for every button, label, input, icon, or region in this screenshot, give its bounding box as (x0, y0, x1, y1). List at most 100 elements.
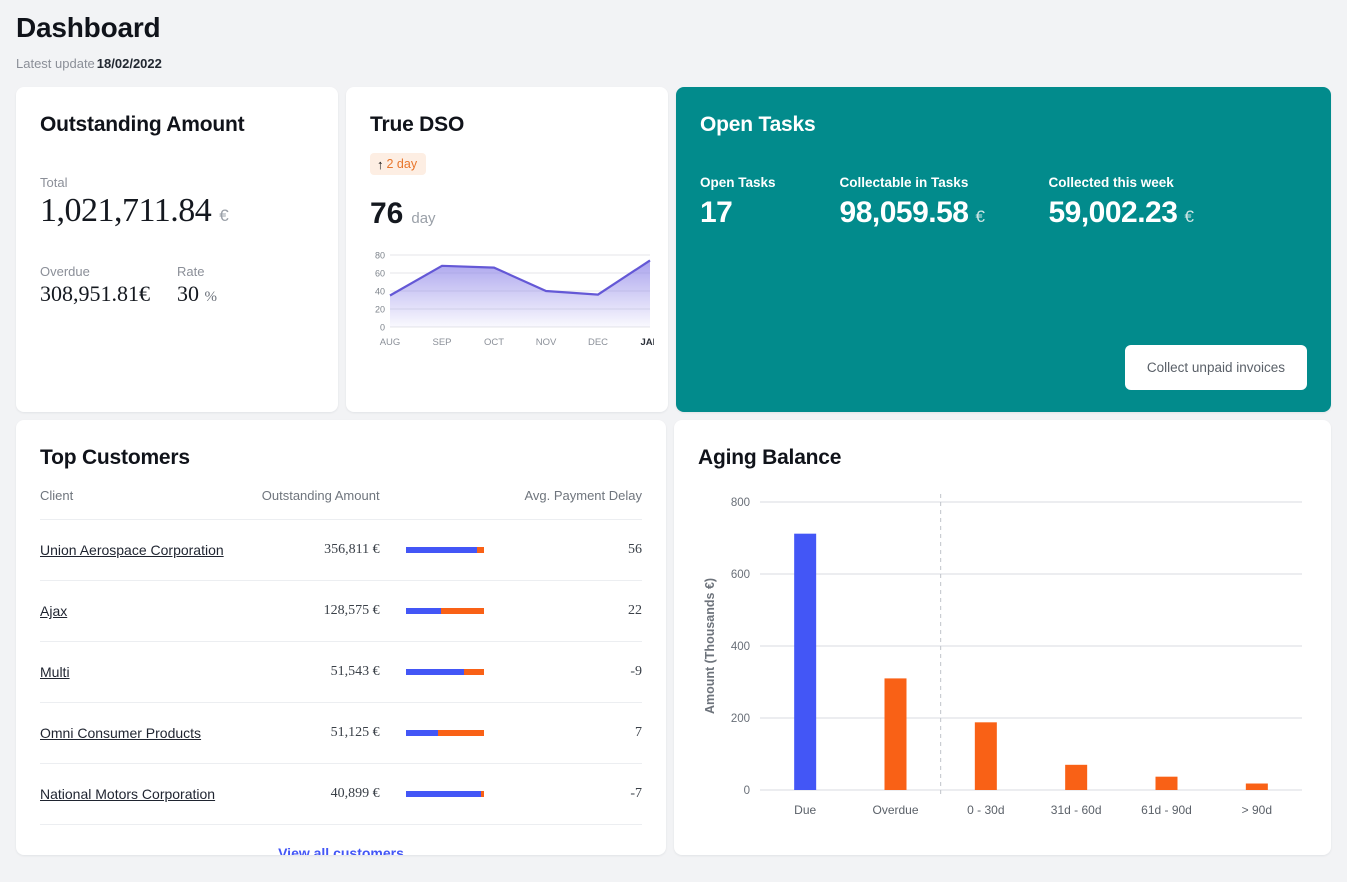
dso-sparkline-chart: 020406080AUGSEPOCTNOVDECJAN (364, 249, 644, 362)
svg-text:DEC: DEC (588, 337, 608, 348)
latest-update-label: Latest update (16, 56, 95, 71)
avg-payment-delay-cell: 56 (510, 520, 642, 581)
aging-balance-title: Aging Balance (698, 446, 1307, 470)
client-cell: Ajax (40, 581, 247, 642)
page-title: Dashboard (16, 0, 1331, 44)
rate-block: Rate 30 % (177, 264, 314, 307)
avg-payment-delay-cell: -7 (510, 764, 642, 825)
latest-update: Latest update18/02/2022 (16, 56, 1331, 71)
outstanding-amount-cell: 128,575 € (247, 581, 380, 642)
task-metric: Collectable in Tasks 98,059.58 € (840, 175, 985, 230)
payment-bar-blue-segment (406, 547, 478, 553)
task-metric-unit: € (976, 207, 985, 227)
page-header: Dashboard Latest update18/02/2022 (16, 0, 1331, 71)
table-header-row: Client Outstanding Amount Avg. Payment D… (40, 488, 642, 520)
table-row: Omni Consumer Products 51,125 € 7 (40, 703, 642, 764)
payment-bar-track (406, 608, 484, 614)
overdue-value: 308,951.81€ (40, 281, 177, 307)
rate-value-row: 30 % (177, 281, 314, 307)
payment-bar-blue-segment (406, 608, 441, 614)
table-row: Multi51,543 €-9 (40, 642, 642, 703)
client-link[interactable]: Ajax (40, 603, 67, 619)
svg-text:0: 0 (380, 323, 385, 333)
payment-bar-cell (380, 703, 510, 764)
payment-bar-track (406, 669, 484, 675)
column-header-outstanding-amount: Outstanding Amount (247, 488, 380, 520)
svg-text:20: 20 (375, 305, 385, 315)
task-metric-value-row: 59,002.23€ (1048, 196, 1193, 230)
client-link[interactable]: Union Aerospace Corporation (40, 542, 224, 558)
task-metric-label: Open Tasks (700, 175, 776, 190)
column-header-avg-payment-delay: Avg. Payment Delay (510, 488, 642, 520)
client-cell: Union Aerospace Corporation (40, 520, 247, 581)
rate-unit: % (205, 289, 218, 305)
svg-text:SEP: SEP (432, 337, 451, 348)
client-cell: National Motors Corporation (40, 764, 247, 825)
outstanding-sub-block: Overdue 308,951.81€ Rate 30 % (40, 264, 314, 307)
top-customers-table: Client Outstanding Amount Avg. Payment D… (40, 488, 642, 824)
svg-text:Overdue: Overdue (872, 803, 918, 817)
table-row: Ajax 128,575 € 22 (40, 581, 642, 642)
svg-text:Amount (Thousands €): Amount (Thousands €) (703, 578, 717, 714)
svg-text:40: 40 (375, 287, 385, 297)
payment-bar-track (406, 547, 484, 553)
top-card-row: Outstanding Amount Total 1,021,711.84 € … (16, 87, 1331, 412)
overdue-block: Overdue 308,951.81€ (40, 264, 177, 307)
dso-value: 76 (370, 197, 403, 231)
payment-bar-track (406, 730, 484, 736)
outstanding-amount-cell: 40,899 € (247, 764, 380, 825)
payment-bar-orange-segment (438, 730, 483, 736)
collect-unpaid-invoices-button[interactable]: Collect unpaid invoices (1125, 345, 1307, 390)
payment-bar-blue-segment (406, 669, 465, 675)
task-metric-value: 17 (700, 196, 732, 230)
task-metric-value: 98,059.58 (840, 196, 969, 230)
task-metric-value-row: 98,059.58 € (840, 196, 985, 230)
payment-bar-cell (380, 520, 510, 581)
dso-delta-text: 2 day (387, 157, 418, 171)
payment-bar-cell (380, 581, 510, 642)
client-link[interactable]: Multi (40, 664, 70, 680)
dashboard-page: Dashboard Latest update18/02/2022 Outsta… (0, 0, 1347, 855)
task-metric: Collected this week59,002.23€ (1048, 175, 1193, 230)
top-customers-card: Top Customers Client Outstanding Amount … (16, 420, 666, 855)
open-tasks-metrics: Open Tasks 17 Collectable in Tasks 98,059.5… (700, 175, 1307, 230)
bottom-card-row: Top Customers Client Outstanding Amount … (16, 420, 1331, 855)
open-tasks-card: Open Tasks Open Tasks 17 Collectable in Ta… (676, 87, 1331, 412)
aging-bar (975, 722, 997, 790)
svg-text:200: 200 (731, 713, 750, 725)
outstanding-amount-card: Outstanding Amount Total 1,021,711.84 € … (16, 87, 338, 412)
outstanding-total-block: Total 1,021,711.84 € (40, 175, 314, 230)
avg-payment-delay-cell: 7 (510, 703, 642, 764)
svg-text:> 90d: > 90d (1242, 803, 1272, 817)
outstanding-total-value: 1,021,711.84 (40, 192, 211, 230)
svg-text:AUG: AUG (380, 337, 401, 348)
payment-bar-cell (380, 764, 510, 825)
svg-text:0: 0 (744, 785, 750, 797)
aging-bar (1246, 784, 1268, 790)
task-metric-label: Collectable in Tasks (840, 175, 985, 190)
svg-text:Due: Due (794, 803, 816, 817)
payment-bar-orange-segment (477, 547, 483, 553)
outstanding-amount-cell: 356,811 € (247, 520, 380, 581)
client-link[interactable]: National Motors Corporation (40, 786, 215, 802)
collect-button-wrap: Collect unpaid invoices (1125, 345, 1307, 390)
true-dso-card: True DSO ↑ 2 day 76 day 020406080AUGSEPO… (346, 87, 668, 412)
client-cell: Omni Consumer Products (40, 703, 247, 764)
svg-text:NOV: NOV (536, 337, 557, 348)
aging-balance-card: Aging Balance 0200400600800DueOverdue0 -… (674, 420, 1331, 855)
rate-label: Rate (177, 264, 314, 279)
latest-update-date: 18/02/2022 (97, 56, 162, 71)
svg-text:600: 600 (731, 569, 750, 581)
table-row: Union Aerospace Corporation 356,811 € 56 (40, 520, 642, 581)
task-metric-unit: € (1184, 207, 1193, 227)
dso-delta-badge: ↑ 2 day (370, 153, 426, 175)
outstanding-amount-cell: 51,125 € (247, 703, 380, 764)
client-link[interactable]: Omni Consumer Products (40, 725, 201, 741)
aging-balance-chart: 0200400600800DueOverdue0 - 30d31d - 60d6… (698, 484, 1307, 855)
column-header-client: Client (40, 488, 247, 520)
column-header-bar (380, 488, 510, 520)
svg-text:61d - 90d: 61d - 90d (1141, 803, 1192, 817)
svg-text:31d - 60d: 31d - 60d (1051, 803, 1102, 817)
avg-payment-delay-cell: 22 (510, 581, 642, 642)
view-all-customers-link[interactable]: View all customers (40, 824, 642, 855)
